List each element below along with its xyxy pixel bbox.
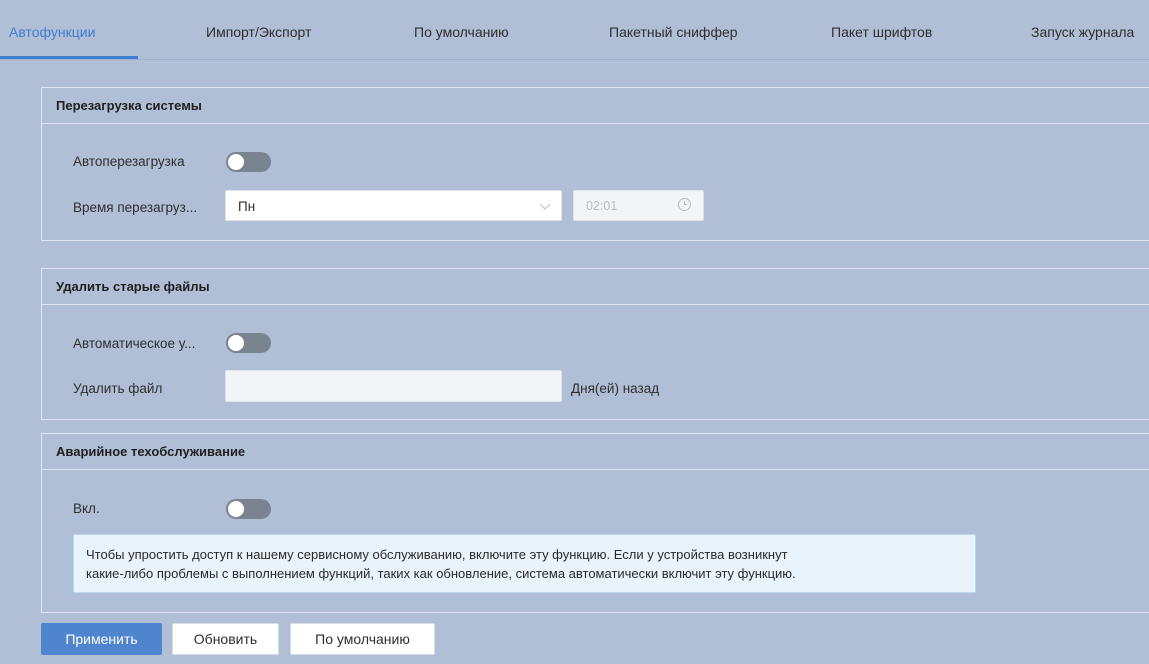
toggle-knob (228, 335, 244, 351)
reboot-time-input[interactable]: 02:01 (573, 190, 704, 221)
delete-file-label: Удалить файл (73, 381, 163, 396)
refresh-button[interactable]: Обновить (172, 623, 279, 655)
tab-import-export[interactable]: Импорт/Экспорт (206, 24, 311, 40)
emergency-section-title: Аварийное техобслуживание (42, 434, 1149, 470)
tab-auto-functions[interactable]: Автофункции (9, 24, 95, 40)
reboot-time-label: Время перезагруз... (73, 200, 198, 215)
auto-delete-toggle[interactable] (226, 333, 271, 353)
toggle-knob (228, 501, 244, 517)
tab-packet-sniffer[interactable]: Пакетный сниффер (609, 24, 738, 40)
tab-defaults[interactable]: По умолчанию (414, 24, 509, 40)
emergency-section: Аварийное техобслуживание Вкл. Чтобы упр… (41, 433, 1149, 613)
reboot-section-title: Перезагрузка системы (42, 88, 1149, 124)
clock-icon (678, 198, 691, 211)
tab-log-launch[interactable]: Запуск журнала (1031, 24, 1134, 40)
auto-delete-label: Автоматическое у... (73, 336, 196, 351)
apply-button[interactable]: Применить (41, 623, 162, 655)
emergency-enable-label: Вкл. (73, 501, 100, 516)
emergency-info-note: Чтобы упростить доступ к нашему сервисно… (73, 534, 976, 593)
days-ago-suffix: Дня(ей) назад (571, 381, 660, 396)
delete-files-section-title: Удалить старые файлы (42, 269, 1149, 305)
toggle-knob (228, 154, 244, 170)
tab-font-pack[interactable]: Пакет шрифтов (831, 24, 932, 40)
tab-bar: Автофункции Импорт/Экспорт По умолчанию … (0, 0, 1149, 60)
auto-reboot-label: Автоперезагрузка (73, 154, 185, 169)
delete-files-section: Удалить старые файлы Автоматическое у...… (41, 268, 1149, 420)
reboot-section: Перезагрузка системы Автоперезагрузка Вр… (41, 87, 1149, 241)
note-line-1: Чтобы упростить доступ к нашему сервисно… (86, 547, 788, 562)
note-line-2: какие-либо проблемы с выполнением функци… (86, 566, 796, 581)
reboot-time-value: 02:01 (586, 199, 618, 213)
active-tab-indicator (0, 56, 138, 59)
delete-days-input[interactable] (225, 370, 562, 402)
auto-reboot-toggle[interactable] (226, 152, 271, 172)
reboot-day-select[interactable]: Пн (225, 190, 562, 221)
reboot-day-value: Пн (238, 199, 256, 214)
chevron-down-icon (539, 197, 551, 218)
emergency-enable-toggle[interactable] (226, 499, 271, 519)
default-button[interactable]: По умолчанию (290, 623, 435, 655)
